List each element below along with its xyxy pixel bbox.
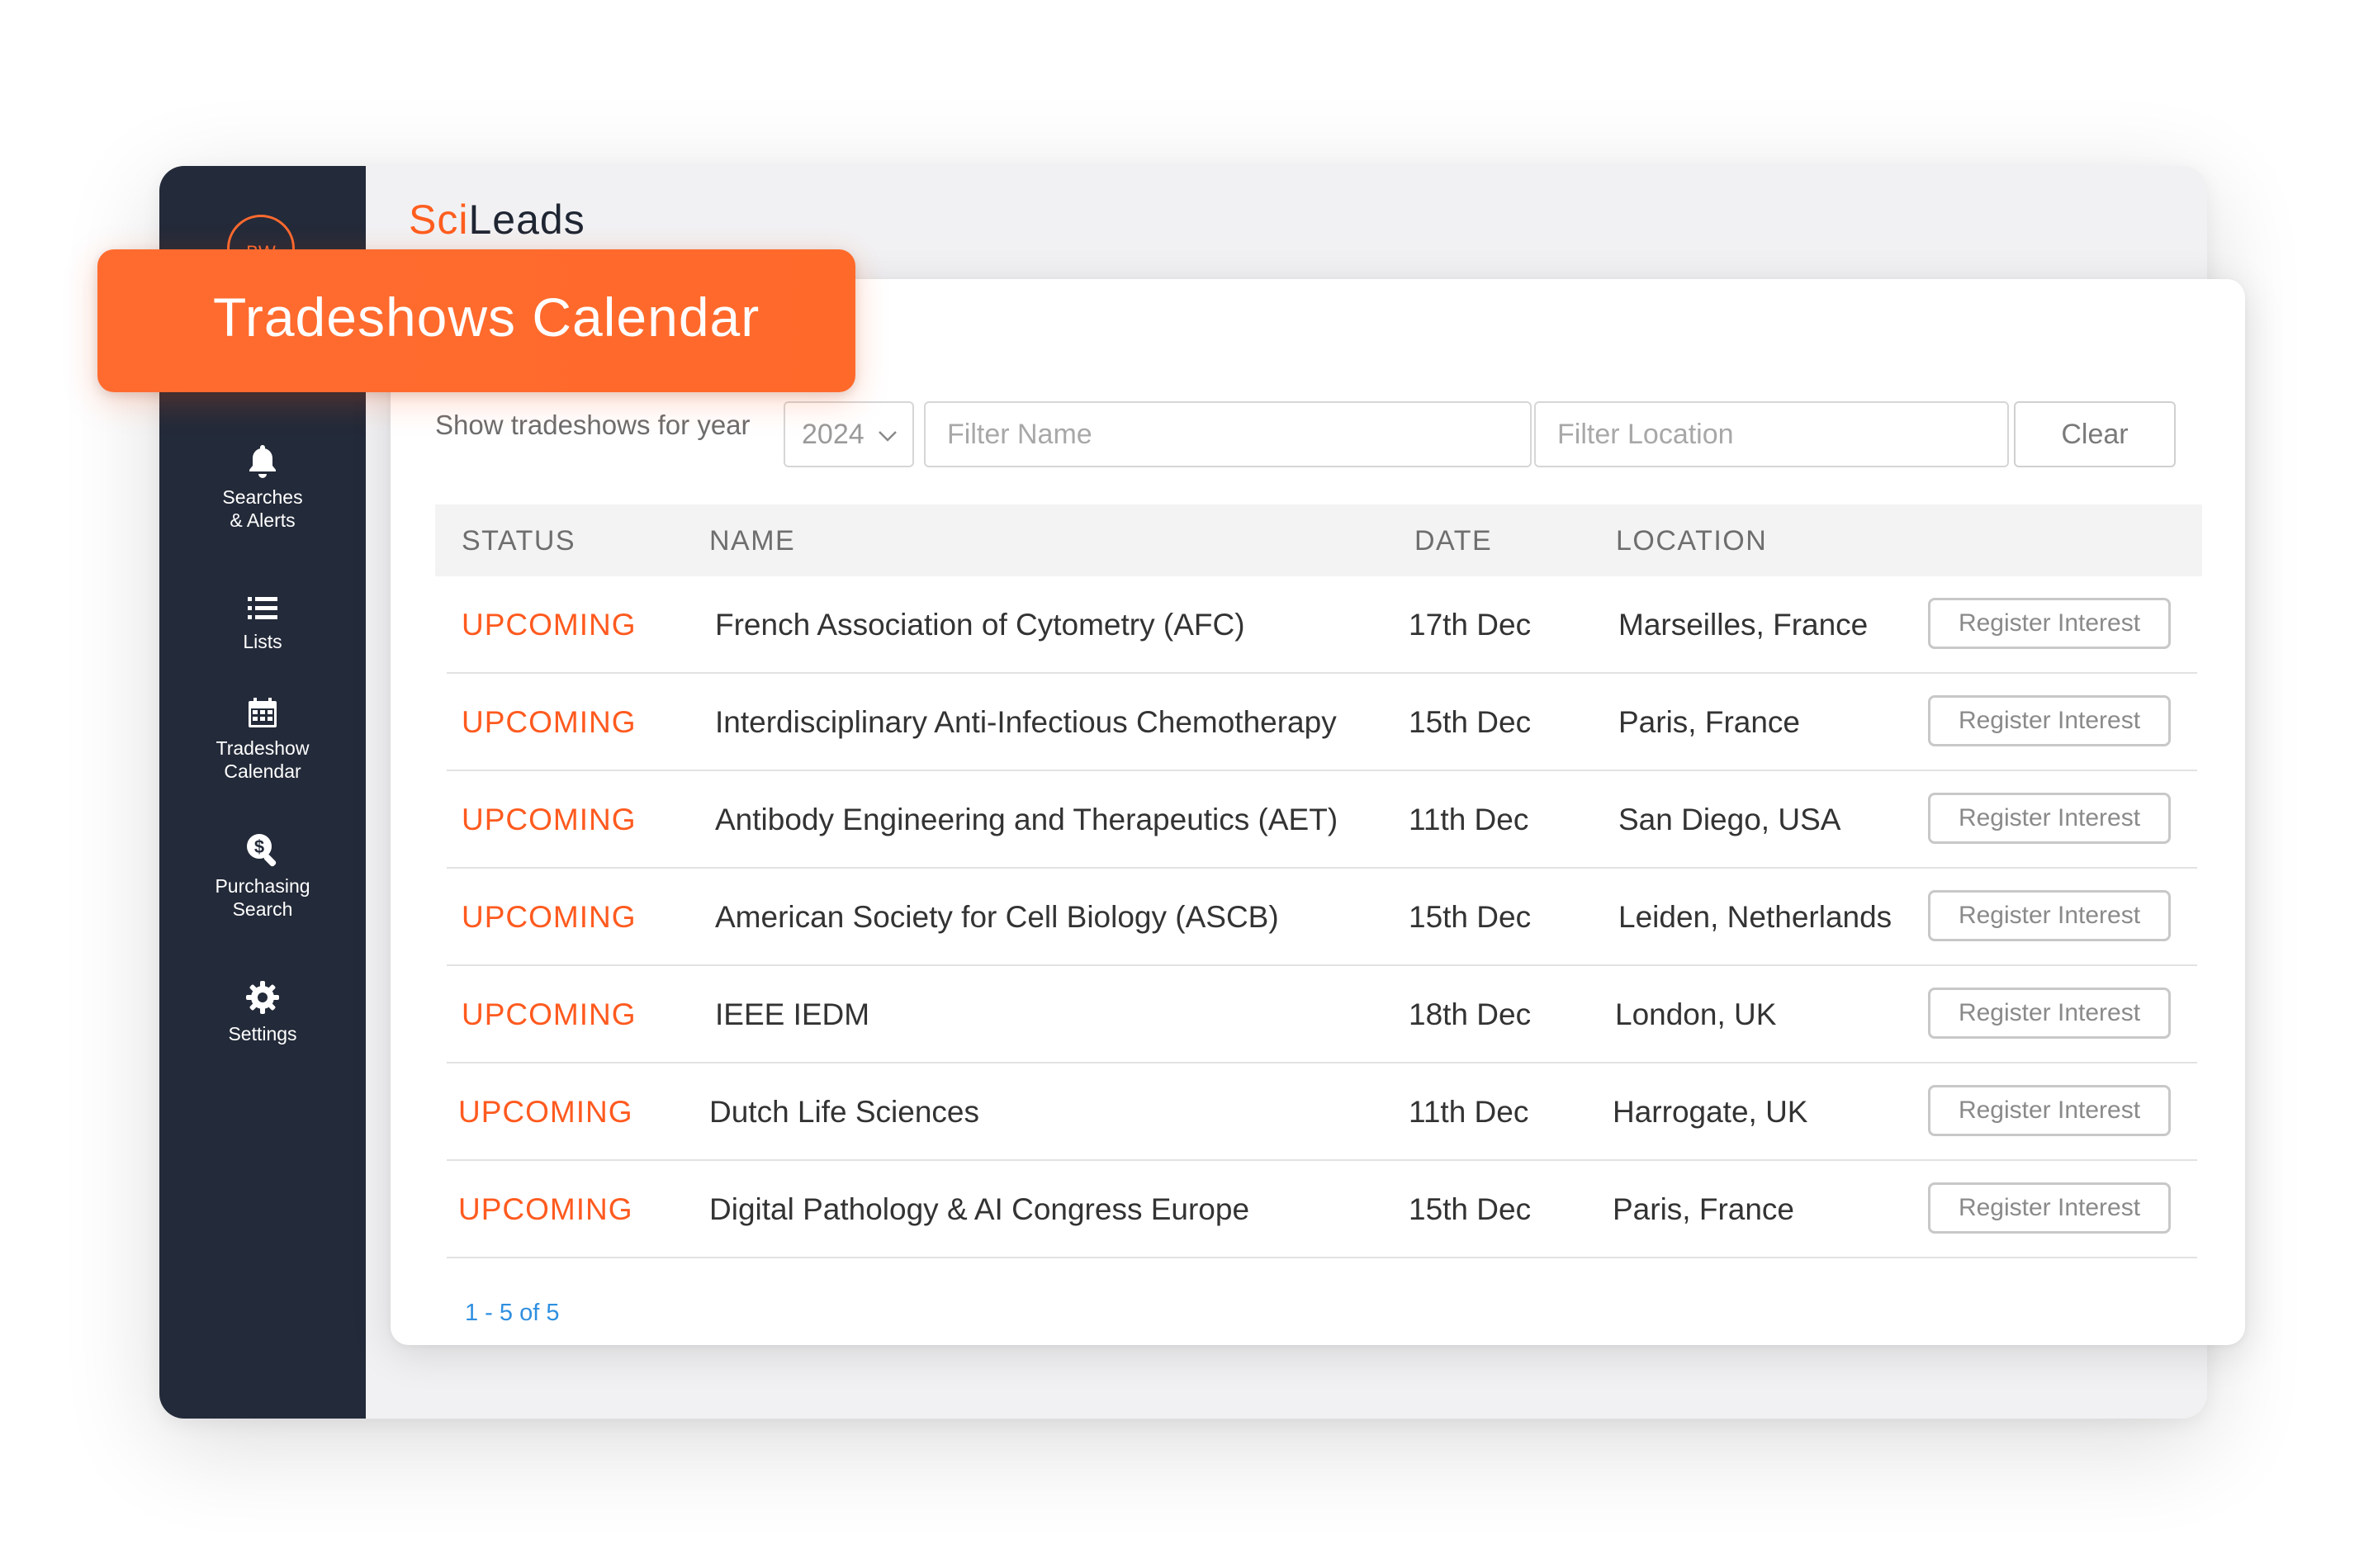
status-badge: UPCOMING	[462, 608, 637, 642]
column-header-location[interactable]: LOCATION	[1616, 525, 1767, 557]
register-interest-button[interactable]: Register Interest	[1928, 988, 2171, 1039]
register-interest-button[interactable]: Register Interest	[1928, 793, 2171, 844]
year-select[interactable]: 2024	[784, 401, 914, 467]
register-interest-button[interactable]: Register Interest	[1928, 1182, 2171, 1234]
register-interest-button[interactable]: Register Interest	[1928, 695, 2171, 746]
filter-location-input[interactable]	[1534, 401, 2009, 467]
table-row[interactable]: UPCOMING French Association of Cytometry…	[447, 576, 2197, 674]
pagination-info: 1 - 5 of 5	[465, 1300, 560, 1326]
list-icon	[248, 597, 277, 619]
table-row[interactable]: UPCOMING Interdisciplinary Anti-Infectio…	[447, 674, 2197, 771]
logo-sci: Sci	[409, 197, 469, 243]
sidebar-item-purchasing-search[interactable]: $ Purchasing Search	[159, 831, 366, 921]
bell-icon	[249, 445, 276, 478]
register-interest-button[interactable]: Register Interest	[1928, 890, 2171, 941]
table-row[interactable]: UPCOMING Dutch Life Sciences 11th Dec Ha…	[447, 1063, 2197, 1161]
table-row[interactable]: UPCOMING Digital Pathology & AI Congress…	[447, 1161, 2197, 1258]
sidebar-item-searches-alerts[interactable]: Searches & Alerts	[159, 443, 366, 532]
table-row[interactable]: UPCOMING American Society for Cell Biolo…	[447, 869, 2197, 966]
column-header-date[interactable]: DATE	[1414, 525, 1492, 557]
sidebar-item-label: Purchasing Search	[215, 875, 310, 920]
tradeshow-location: Marseilles, France	[1618, 608, 1869, 642]
tradeshows-card: Show tradeshows for year 2024 Clear STAT…	[391, 279, 2245, 1345]
tradeshow-location: Paris, France	[1613, 1192, 1795, 1226]
tradeshow-name: Interdisciplinary Anti-Infectious Chemot…	[715, 705, 1337, 739]
table-row[interactable]: UPCOMING IEEE IEDM 18th Dec London, UK R…	[447, 966, 2197, 1063]
sidebar-item-label: Settings	[228, 1023, 297, 1045]
tradeshow-name: American Society for Cell Biology (ASCB)	[715, 900, 1279, 934]
sidebar-item-tradeshow-calendar[interactable]: Tradeshow Calendar	[159, 697, 366, 783]
filter-name-input[interactable]	[924, 401, 1532, 467]
table-header: STATUS NAME DATE LOCATION	[435, 505, 2202, 576]
register-interest-button[interactable]: Register Interest	[1928, 598, 2171, 649]
table-row[interactable]: UPCOMING Antibody Engineering and Therap…	[447, 771, 2197, 869]
chevron-down-icon	[879, 431, 897, 442]
status-badge: UPCOMING	[458, 1192, 633, 1226]
sidebar-item-label: Tradeshow Calendar	[216, 737, 310, 782]
tradeshow-location: London, UK	[1615, 997, 1777, 1031]
tradeshow-date: 18th Dec	[1409, 997, 1532, 1031]
stage: BW Searches & Alerts Lists	[0, 0, 2378, 1568]
svg-text:$: $	[254, 836, 264, 857]
clear-button[interactable]: Clear	[2014, 401, 2176, 467]
register-interest-button[interactable]: Register Interest	[1928, 1085, 2171, 1136]
tradeshow-date: 15th Dec	[1409, 900, 1532, 934]
status-badge: UPCOMING	[462, 705, 637, 739]
tradeshow-date: 15th Dec	[1409, 1192, 1532, 1226]
year-filter-label: Show tradeshows for year	[435, 410, 751, 440]
tradeshow-name: IEEE IEDM	[715, 997, 870, 1031]
tradeshow-date: 11th Dec	[1409, 1095, 1529, 1129]
tradeshow-location: San Diego, USA	[1618, 803, 1841, 836]
calendar-icon	[249, 698, 277, 727]
tradeshow-date: 11th Dec	[1409, 803, 1529, 836]
tradeshow-location: Harrogate, UK	[1613, 1095, 1808, 1129]
year-select-value: 2024	[802, 419, 865, 450]
status-badge: UPCOMING	[462, 997, 637, 1031]
tradeshow-name: Digital Pathology & AI Congress Europe	[709, 1192, 1250, 1226]
column-header-name[interactable]: NAME	[709, 525, 795, 557]
tradeshow-date: 15th Dec	[1409, 705, 1532, 739]
column-header-status[interactable]: STATUS	[462, 525, 576, 557]
gear-icon	[246, 981, 279, 1014]
tradeshow-name: Antibody Engineering and Therapeutics (A…	[715, 803, 1338, 836]
dollar-search-icon: $	[247, 834, 277, 867]
scileads-logo: SciLeads	[409, 196, 585, 244]
tradeshow-name: French Association of Cytometry (AFC)	[715, 608, 1245, 642]
page-title: Tradeshows Calendar	[213, 287, 760, 348]
logo-leads: Leads	[468, 197, 585, 243]
sidebar-item-label: Lists	[243, 631, 282, 652]
sidebar-item-label: Searches & Alerts	[222, 486, 303, 531]
status-badge: UPCOMING	[462, 803, 637, 836]
status-badge: UPCOMING	[458, 1095, 633, 1129]
page-title-banner: Tradeshows Calendar	[97, 249, 855, 392]
tradeshow-name: Dutch Life Sciences	[709, 1095, 980, 1129]
tradeshow-location: Leiden, Netherlands	[1618, 900, 1892, 934]
tradeshow-date: 17th Dec	[1409, 608, 1532, 642]
sidebar-item-lists[interactable]: Lists	[159, 594, 366, 653]
sidebar-item-settings[interactable]: Settings	[159, 979, 366, 1045]
tradeshow-location: Paris, France	[1618, 705, 1801, 739]
status-badge: UPCOMING	[462, 900, 637, 934]
